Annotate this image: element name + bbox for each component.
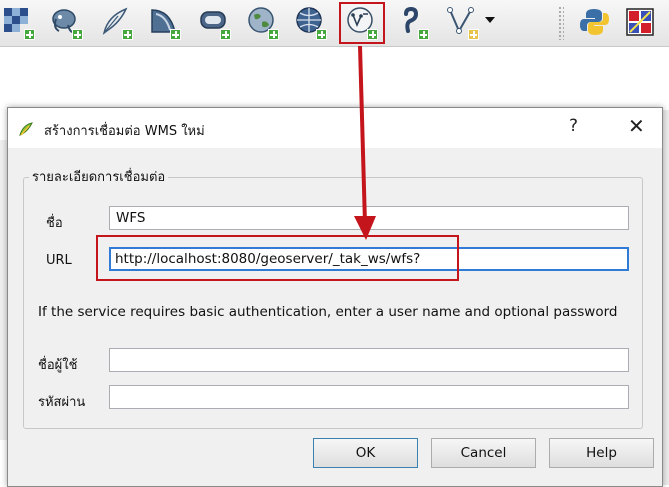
add-wcs-layer-button[interactable] [292,3,328,41]
map-canvas-area [0,47,669,107]
auth-note: If the service requires basic authentica… [38,304,618,320]
plus-icon [268,29,279,40]
plus-icon [220,29,231,40]
plus-icon [72,29,83,40]
password-label: รหัสผ่าน [38,395,86,410]
username-label: ชื่อผู้ใช้ [38,358,78,373]
toolbar-separator [558,6,564,40]
star-badge-icon [468,29,479,40]
username-field[interactable] [109,348,629,372]
plus-icon [24,29,35,40]
help-button[interactable]: Help [549,438,654,468]
highlight-frame-toolbar [339,2,385,44]
plus-icon [316,29,327,40]
toolbar [0,0,669,47]
add-postgis-layer-button[interactable] [48,3,84,41]
dialog-title: สร้างการเชื่อมต่อ WMS ใหม่ [44,124,205,139]
help-icon[interactable]: ? [569,116,578,136]
add-oracle-layer-button[interactable] [196,3,232,41]
ok-button[interactable]: OK [313,438,418,468]
add-spatialite-layer-button[interactable] [98,3,134,41]
url-label: URL [46,253,72,268]
name-field[interactable]: WFS [109,206,629,230]
plugin-icon [626,8,654,36]
new-connection-dialog: สร้างการเชื่อมต่อ WMS ใหม่ ? ✕ รายละเอีย… [7,107,663,487]
add-mssql-layer-button[interactable] [146,3,182,41]
qgis-app-icon [19,122,33,136]
password-field[interactable] [109,385,629,409]
plugin-button[interactable] [622,3,658,41]
add-delimited-text-layer-button[interactable] [394,3,430,41]
python-console-icon [580,9,609,35]
dialog-titlebar: สร้างการเชื่อมต่อ WMS ใหม่ ? ✕ [8,108,662,148]
new-shapefile-layer-button[interactable] [444,3,480,41]
plus-icon [170,29,181,40]
add-raster-layer-button[interactable] [0,3,36,41]
plus-icon [418,29,429,40]
dropdown-arrow-icon[interactable] [484,15,496,25]
highlight-frame-url [96,235,459,281]
python-console-button[interactable] [577,3,613,41]
cancel-button[interactable]: Cancel [431,438,536,468]
name-label: ชื่อ [46,216,63,231]
add-wms-layer-button[interactable] [244,3,280,41]
group-title: รายละเอียดการเชื่อมต่อ [29,166,169,187]
close-icon[interactable]: ✕ [628,114,645,138]
plus-icon [122,29,133,40]
